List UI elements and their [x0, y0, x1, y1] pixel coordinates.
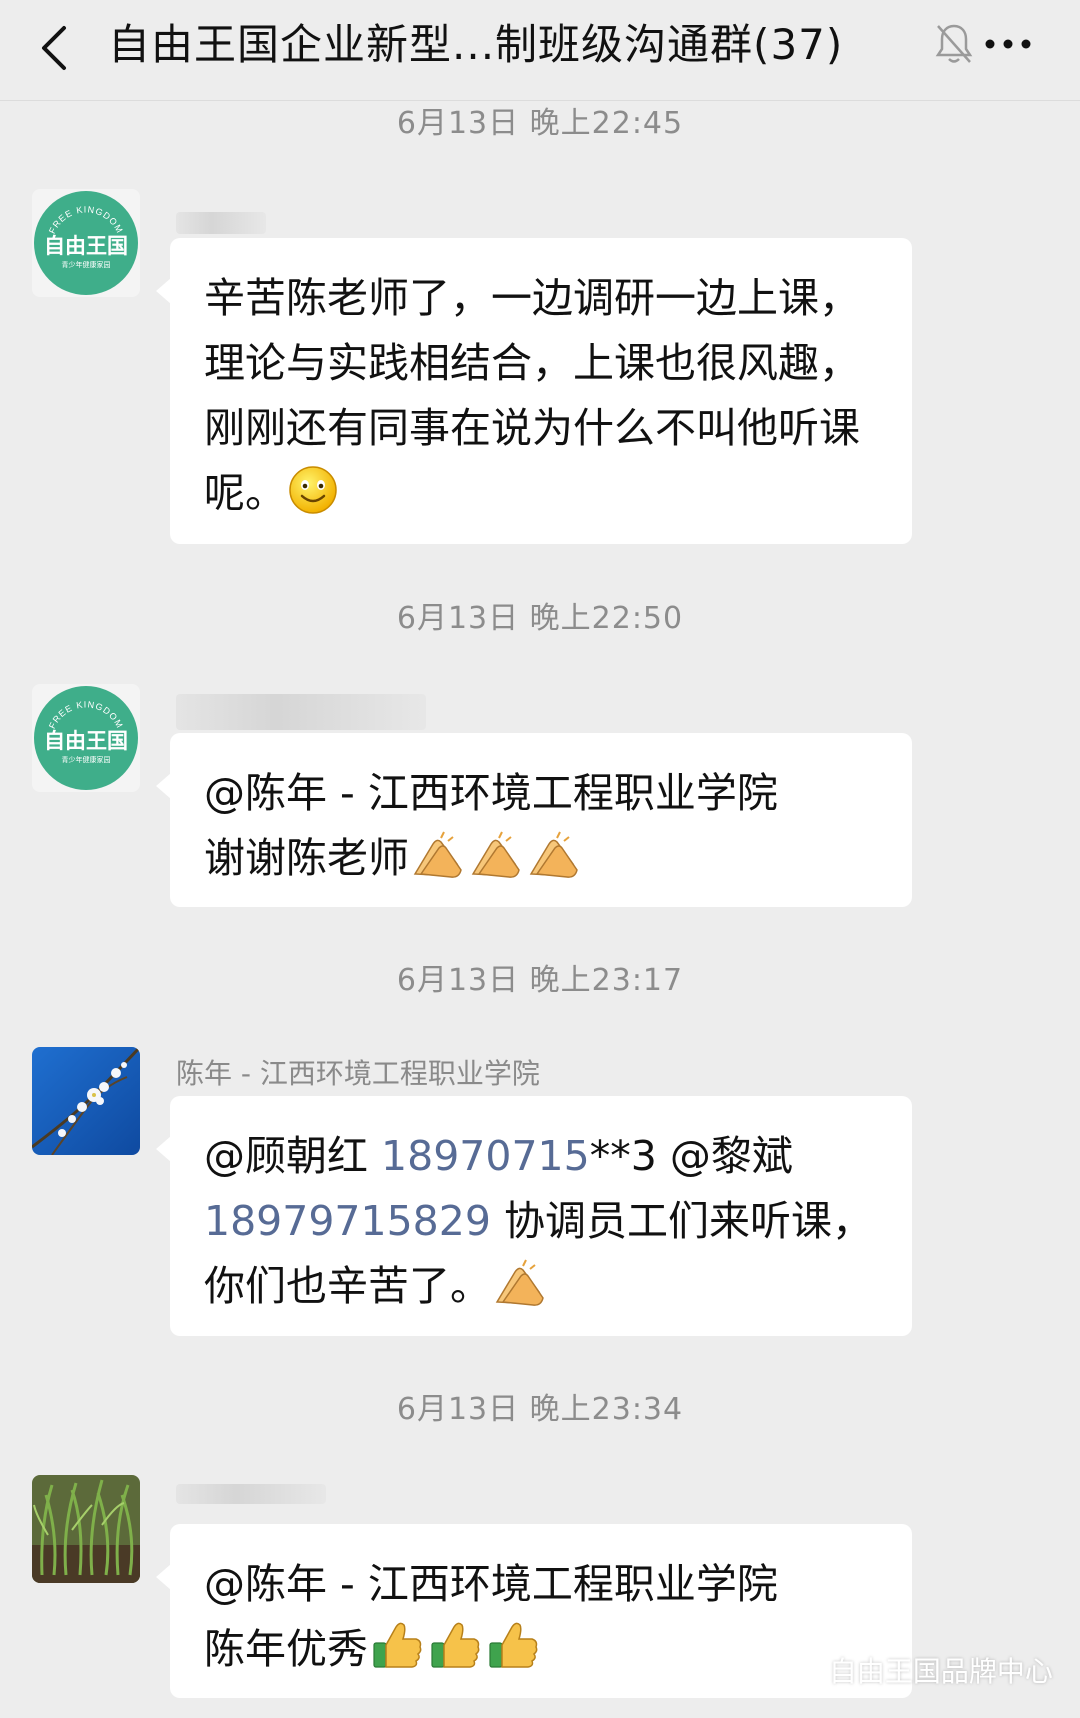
mention-link[interactable]: @陈年 - 江西环境工程职业学院 — [204, 1552, 878, 1617]
message-text: 谢谢陈老师 — [204, 834, 409, 882]
phone-link[interactable]: 18970715 — [381, 1132, 590, 1180]
timestamp: 6月13日 晚上22:50 — [396, 601, 684, 636]
watermark-text: 自由王国品牌中心 — [828, 1655, 1053, 1688]
more-button[interactable] — [978, 24, 1038, 64]
svg-text:自由王国: 自由王国 — [44, 729, 128, 753]
mention-link[interactable]: @陈年 - 江西环境工程职业学院 — [204, 761, 878, 826]
smile-emoji-icon — [288, 465, 338, 534]
flower-branch-photo-icon — [32, 1047, 140, 1155]
avatar[interactable] — [32, 1475, 140, 1583]
free-kingdom-logo-icon: FREE KINGDOM 自由王国 青少年健康家园 — [32, 189, 140, 297]
wechat-icon — [781, 1659, 818, 1685]
watermark: 自由王国品牌中心 — [780, 1650, 1080, 1690]
back-button[interactable] — [34, 18, 78, 78]
mention-link[interactable]: @黎斌 — [670, 1132, 793, 1180]
chevron-left-icon — [42, 26, 66, 70]
message-bubble[interactable]: @顾朝红 18970715**3 @黎斌 18979715829 协调员工们来听… — [156, 1096, 912, 1336]
clap-hands-emoji-icon — [411, 830, 579, 899]
timestamp: 6月13日 晚上22:45 — [396, 106, 684, 141]
mention-link[interactable]: @顾朝红 — [204, 1132, 368, 1180]
phone-link[interactable]: 18979715829 — [204, 1197, 491, 1245]
timestamp: 6月13日 晚上23:34 — [396, 1392, 684, 1427]
bell-off-icon — [934, 22, 974, 66]
clap-hands-emoji-icon — [493, 1258, 547, 1327]
sender-name-redacted — [176, 1484, 326, 1504]
phone-suffix: **3 — [589, 1132, 657, 1180]
thumbs-up-emoji-icon — [370, 1619, 538, 1690]
avatar[interactable]: FREE KINGDOM 自由王国 青少年健康家园 — [32, 189, 140, 297]
sender-name-redacted — [176, 694, 426, 730]
chat-header: 自由王国企业新型...制班级沟通群(37) — [0, 0, 1080, 101]
svg-text:青少年健康家园: 青少年健康家园 — [62, 755, 111, 764]
avatar[interactable]: FREE KINGDOM 自由王国 青少年健康家园 — [32, 684, 140, 792]
chat-title: 自由王国企业新型...制班级沟通群(37) — [108, 20, 844, 69]
more-dots-icon — [985, 39, 1031, 49]
sender-name[interactable]: 陈年 - 江西环境工程职业学院 — [176, 1052, 540, 1092]
avatar[interactable] — [32, 1047, 140, 1155]
timestamp: 6月13日 晚上23:17 — [396, 963, 684, 998]
sender-name-redacted — [176, 212, 266, 234]
message-text: 陈年优秀 — [204, 1625, 368, 1673]
svg-text:青少年健康家园: 青少年健康家园 — [62, 260, 111, 269]
svg-text:自由王国: 自由王国 — [44, 234, 128, 258]
message-bubble[interactable]: 辛苦陈老师了，一边调研一边上课，理论与实践相结合，上课也很风趣，刚刚还有同事在说… — [156, 238, 912, 544]
green-plants-photo-icon — [32, 1475, 140, 1583]
free-kingdom-logo-icon: FREE KINGDOM 自由王国 青少年健康家园 — [32, 684, 140, 792]
message-bubble[interactable]: @陈年 - 江西环境工程职业学院 谢谢陈老师 — [156, 733, 912, 907]
